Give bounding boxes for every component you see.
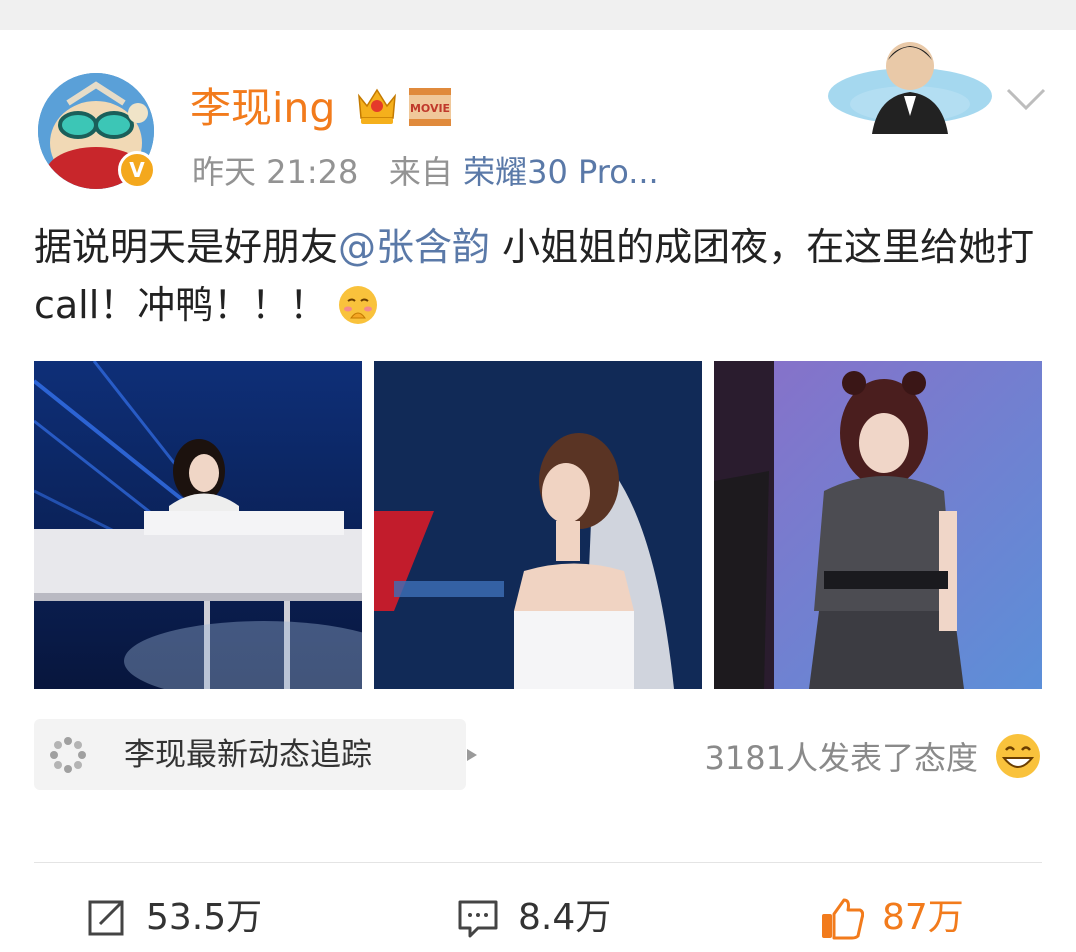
post-device[interactable]: 荣耀30 Pro... [463,153,659,191]
post-content: 据说明天是好朋友@张含韵 小姐姐的成团夜，在这里给她打call！冲鸭！！！ [34,218,1044,334]
post-photo-1[interactable] [34,361,362,689]
photo-wedding-veil-icon [374,361,702,689]
post-meta: 昨天 21:28 来自 荣耀30 Pro... [192,150,659,194]
comment-icon [458,900,498,938]
chevron-down-icon[interactable] [1004,84,1048,114]
avatar[interactable]: V [38,73,156,189]
repost-count: 53.5万 [146,897,263,938]
reactions-count[interactable]: 3181人发表了态度 [705,736,978,780]
caret-right-icon [467,749,477,761]
like-button[interactable]: 87万 [820,892,1000,944]
comment-button[interactable]: 8.4万 [456,892,636,944]
post-content-text-1: 据说明天是好朋友 [34,225,339,269]
grin-emoji-icon[interactable] [994,732,1042,780]
repost-button[interactable]: 53.5万 [84,892,284,944]
topic-tracker-button[interactable]: 李现最新动态追踪 [34,719,477,790]
repost-icon [88,900,124,936]
verified-badge: V [118,151,156,189]
divider [34,862,1042,863]
post-time: 昨天 21:28 [192,153,359,191]
movie-badge-text: MOVIE [410,102,450,115]
post-from-label: 来自 [388,153,453,191]
username[interactable]: 李现ing [190,82,335,134]
thumbs-up-icon [822,898,864,940]
photo-stage-dance-icon [714,361,1042,689]
comment-count: 8.4万 [518,897,612,938]
shy-emoji-icon [339,286,378,324]
post-photo-3[interactable] [714,361,1042,689]
crown-icon [358,88,396,124]
profile-banner-decoration [828,42,992,134]
topic-tracker-label: 李现最新动态追踪 [124,737,372,773]
movie-badge-icon: MOVIE [409,88,451,126]
photo-piano-performance-icon [34,361,362,689]
topic-spinner-icon [50,737,86,773]
like-count: 87万 [882,897,964,938]
mention-link[interactable]: @张含韵 [338,225,490,269]
post-photo-2[interactable] [374,361,702,689]
